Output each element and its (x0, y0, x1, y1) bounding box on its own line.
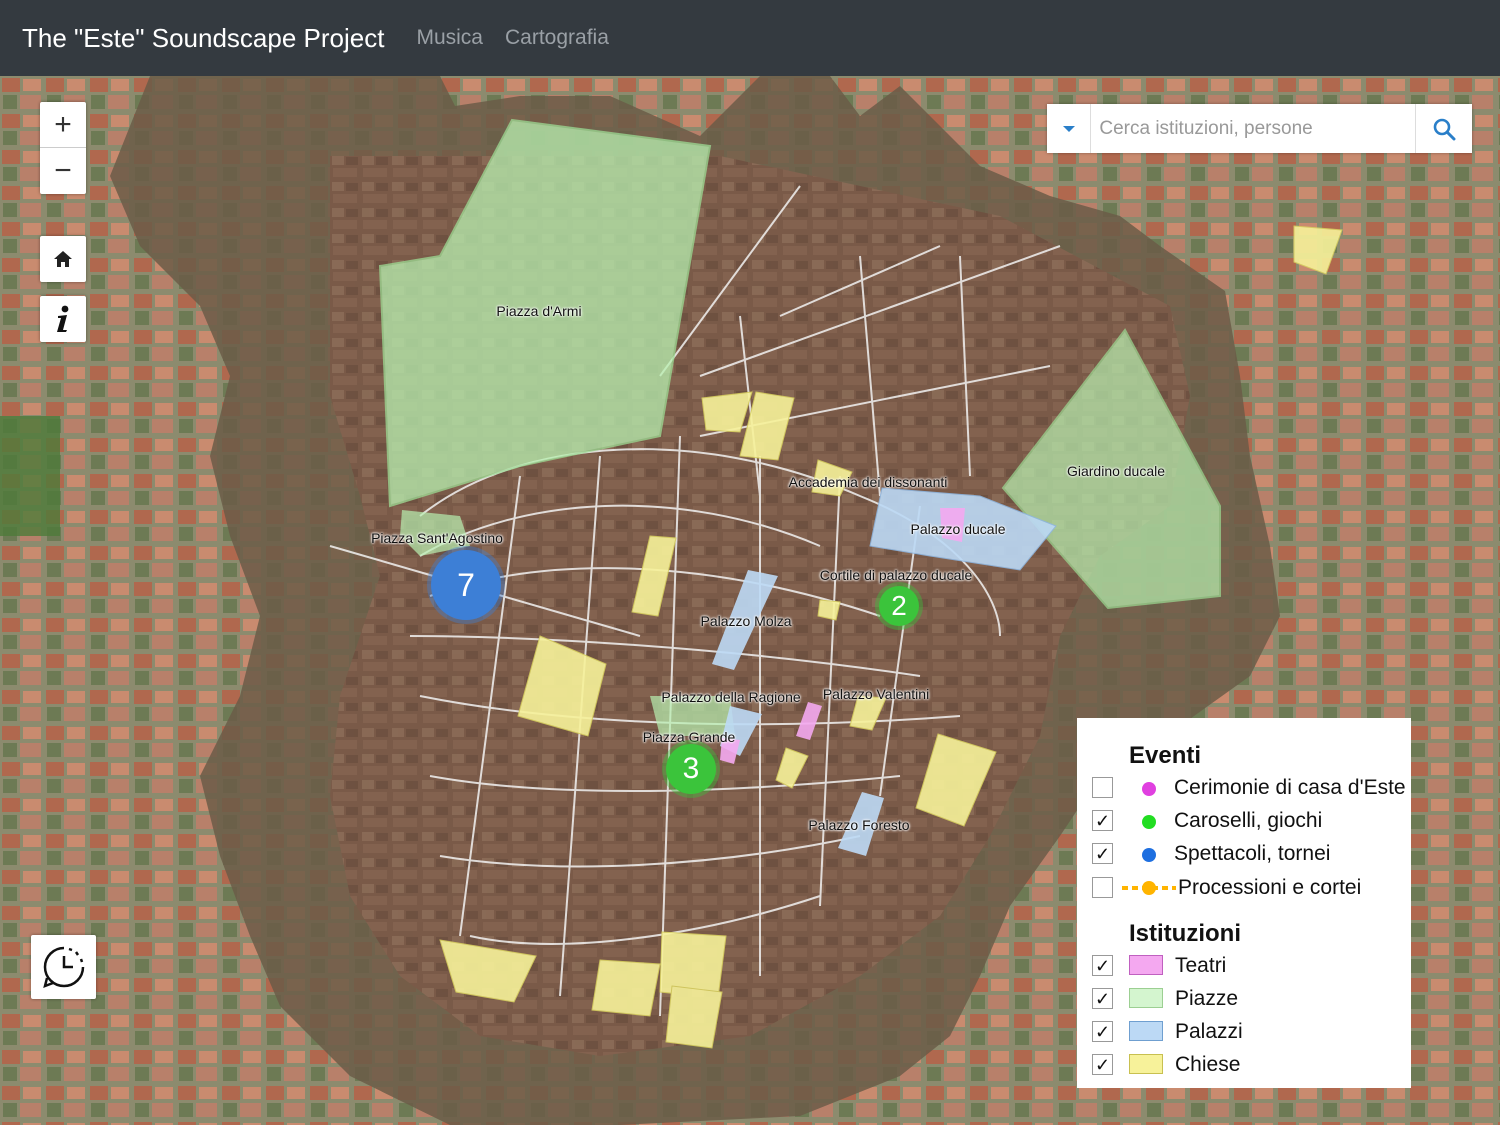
app-title[interactable]: The "Este" Soundscape Project (22, 23, 384, 54)
label-giardino-ducale[interactable]: Giardino ducale (1067, 463, 1165, 479)
legend-inst-piazze: ✓ Piazze (1092, 985, 1402, 1015)
label-palazzo-foresto[interactable]: Palazzo Foresto (808, 817, 909, 833)
label-piazza-armi[interactable]: Piazza d'Armi (496, 303, 581, 319)
label-piazza-agostino[interactable]: Piazza Sant'Agostino (371, 530, 503, 546)
home-icon (54, 251, 72, 267)
legend-label: Teatri (1175, 954, 1227, 977)
navbar: The "Este" Soundscape Project Musica Car… (0, 0, 1500, 76)
nav-link-musica[interactable]: Musica (416, 26, 483, 50)
legend-inst-palazzi: ✓ Palazzi (1092, 1018, 1402, 1048)
label-palazzo-valentini[interactable]: Palazzo Valentini (823, 686, 929, 702)
color-swatch (1129, 955, 1163, 975)
marker-dot-icon (1142, 848, 1156, 862)
search-input[interactable] (1091, 107, 1415, 150)
caret-down-icon (1062, 125, 1075, 132)
legend-event-caroselli: ✓ Caroselli, giochi (1092, 807, 1402, 837)
zoom-in-button[interactable]: + (40, 102, 86, 148)
nav-link-cartografia[interactable]: Cartografia (505, 26, 609, 50)
legend-label: Spettacoli, tornei (1174, 842, 1331, 865)
label-palazzo-molza[interactable]: Palazzo Molza (700, 613, 791, 629)
label-palazzo-ragione[interactable]: Palazzo della Ragione (661, 689, 800, 705)
checkbox-piazze[interactable]: ✓ (1092, 988, 1113, 1009)
search-button[interactable] (1414, 104, 1472, 153)
map-legend: Eventi Cerimonie di casa d'Este ✓ Carose… (1077, 718, 1411, 1088)
dashed-route-icon (1122, 881, 1176, 895)
legend-label: Cerimonie di casa d'Este (1174, 776, 1406, 799)
legend-label: Processioni e cortei (1178, 876, 1362, 899)
legend-event-processioni: Processioni e cortei (1092, 874, 1402, 904)
search-dropdown[interactable] (1047, 104, 1092, 153)
timeline-button[interactable] (31, 935, 96, 999)
legend-event-ceremonies: Cerimonie di casa d'Este (1092, 774, 1406, 804)
checkbox-palazzi[interactable]: ✓ (1092, 1021, 1113, 1042)
cluster-marker[interactable]: 3 (666, 744, 716, 794)
checkbox-cerimonie[interactable] (1092, 777, 1113, 798)
search-box (1047, 104, 1472, 153)
legend-event-spettacoli: ✓ Spettacoli, tornei (1092, 840, 1402, 870)
checkbox-spettacoli[interactable]: ✓ (1092, 843, 1113, 864)
checkbox-processioni[interactable] (1092, 877, 1113, 898)
search-icon (1433, 118, 1456, 140)
label-cortile[interactable]: Cortile di palazzo ducale (820, 567, 973, 583)
marker-dot-icon (1142, 815, 1156, 829)
legend-events-title: Eventi (1129, 742, 1202, 769)
marker-dot-icon (1142, 782, 1156, 796)
legend-label: Caroselli, giochi (1174, 809, 1323, 832)
legend-institutions-title: Istituzioni (1129, 920, 1241, 947)
home-button[interactable] (40, 236, 86, 282)
cluster-marker[interactable]: 7 (431, 550, 501, 620)
info-button[interactable] (40, 296, 86, 342)
zoom-out-button[interactable]: − (40, 148, 86, 194)
zoom-control: + − (40, 102, 86, 194)
color-swatch (1129, 1054, 1163, 1074)
clock-history-icon (42, 946, 84, 989)
info-icon (57, 305, 69, 332)
legend-inst-teatri: ✓ Teatri (1092, 952, 1402, 982)
checkbox-teatri[interactable]: ✓ (1092, 955, 1113, 976)
label-piazza-grande[interactable]: Piazza Grande (643, 729, 736, 745)
legend-label: Piazze (1175, 987, 1239, 1010)
legend-label: Palazzi (1175, 1020, 1243, 1043)
label-accademia[interactable]: Accademia dei dissonanti (789, 474, 948, 490)
legend-inst-chiese: ✓ Chiese (1092, 1051, 1402, 1081)
legend-label: Chiese (1175, 1053, 1241, 1076)
label-palazzo-ducale[interactable]: Palazzo ducale (911, 521, 1006, 537)
checkbox-caroselli[interactable]: ✓ (1092, 810, 1113, 831)
checkbox-chiese[interactable]: ✓ (1092, 1054, 1113, 1075)
color-swatch (1129, 988, 1163, 1008)
color-swatch (1129, 1021, 1163, 1041)
cluster-marker[interactable]: 2 (879, 586, 919, 626)
